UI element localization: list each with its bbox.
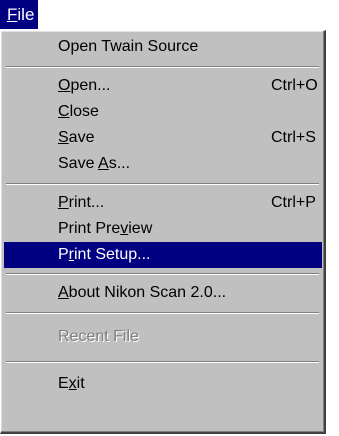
label-text: s... [108, 155, 131, 172]
access-key: O [58, 77, 71, 94]
label-text: Save [58, 155, 99, 172]
menu-item-label: Exit [58, 371, 85, 397]
label-text: it [76, 375, 85, 392]
menu-item-close[interactable]: Close [4, 99, 322, 125]
label-text: pen... [70, 77, 111, 94]
menu-item-save[interactable]: Save Ctrl+S [4, 125, 322, 151]
menu-item-open-twain-source[interactable]: Open Twain Source [4, 34, 322, 60]
shortcut-label: Ctrl+S [271, 129, 316, 146]
menu-item-print[interactable]: Print... Ctrl+P [4, 190, 322, 216]
menu-separator [6, 273, 319, 275]
access-key: x [68, 375, 77, 392]
menu-item-label: Save As... [58, 151, 130, 177]
menu-separator [6, 312, 319, 314]
menu-item-label: Print Setup... [58, 242, 151, 268]
label-text: Open Twain Source [58, 38, 199, 55]
menu-item-about[interactable]: About Nikon Scan 2.0... [4, 280, 322, 306]
menu-item-exit[interactable]: Exit [4, 371, 322, 397]
file-menu[interactable]: File [0, 0, 38, 29]
access-key: A [98, 155, 109, 172]
access-key: P [58, 194, 69, 211]
menu-item-label: Print... [58, 190, 104, 216]
label-text: E [58, 375, 69, 392]
label-text: bout Nikon Scan 2.0... [68, 284, 227, 301]
menu-item-print-preview[interactable]: Print Preview [4, 216, 322, 242]
menu-bar: File [0, 0, 339, 30]
shortcut-label: Ctrl+P [271, 194, 316, 211]
menu-item-print-setup[interactable]: Print Setup... [4, 242, 322, 268]
file-menu-access-key: F [7, 5, 18, 24]
menu-item-recent-file: Recent File [4, 324, 322, 350]
menu-item-open[interactable]: Open... Ctrl+O [4, 73, 322, 99]
label-text: P [58, 246, 69, 263]
menu-item-label: Open Twain Source [58, 34, 198, 60]
access-key: S [58, 129, 69, 146]
label-text: Print Pre [58, 220, 121, 237]
menu-item-label: Print Preview [58, 216, 152, 242]
menu-separator [6, 66, 319, 68]
label-text: Recent File [58, 328, 139, 345]
label-text: int Setup... [74, 246, 151, 263]
label-text: rint... [68, 194, 105, 211]
menu-separator [6, 361, 319, 363]
menu-item-label: Open... [58, 73, 110, 99]
access-key: A [58, 284, 69, 301]
menu-item-label: Recent File [58, 324, 139, 350]
label-text: lose [69, 103, 99, 120]
shortcut-label: Ctrl+O [271, 77, 318, 94]
menu-item-label: Save [58, 125, 94, 151]
menu-item-save-as[interactable]: Save As... [4, 151, 322, 177]
file-dropdown-menu: Open Twain Source Open... Ctrl+O Close S… [0, 30, 326, 434]
access-key: C [58, 103, 70, 120]
menu-separator [6, 183, 319, 185]
menu-item-label: About Nikon Scan 2.0... [58, 280, 226, 306]
menu-item-label: Close [58, 99, 99, 125]
file-menu-label-post: ile [17, 5, 35, 24]
label-text: ave [68, 129, 95, 146]
label-text: iew [128, 220, 153, 237]
